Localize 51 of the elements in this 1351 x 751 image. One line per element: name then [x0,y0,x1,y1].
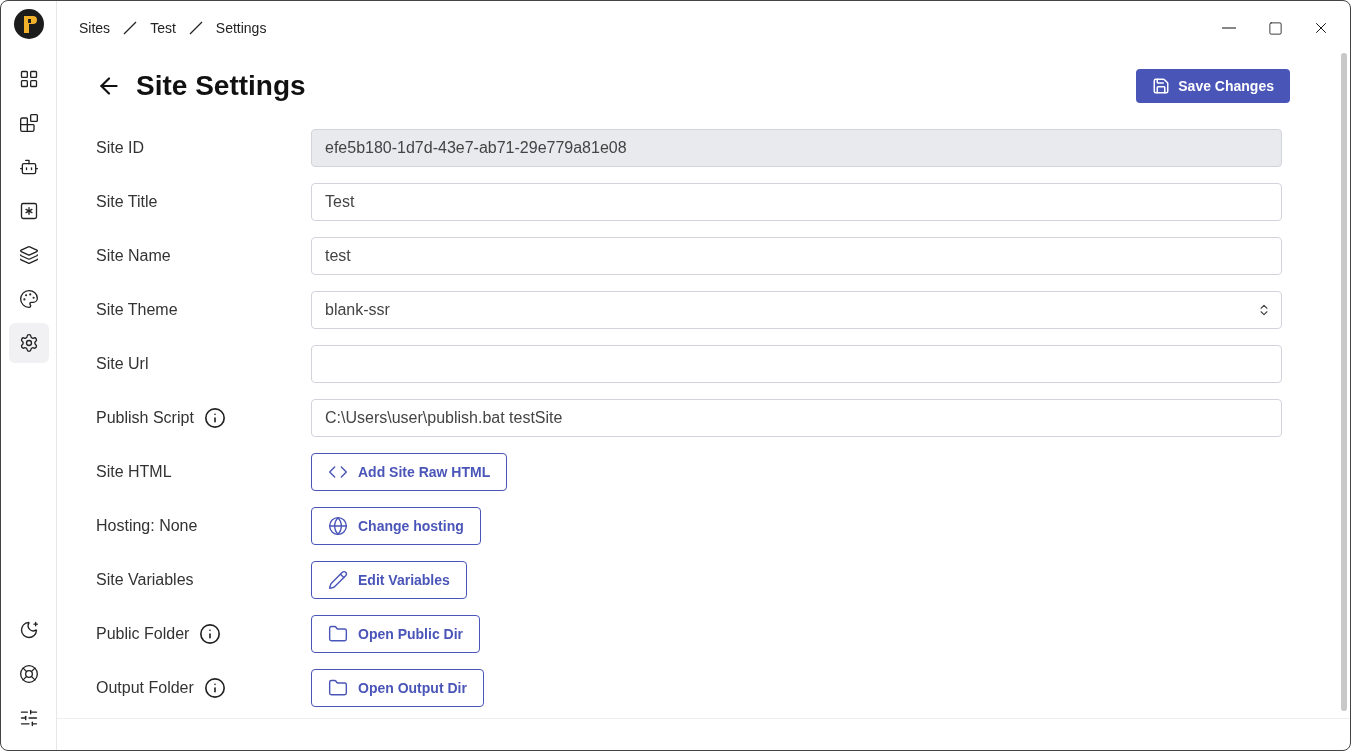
page-title: Site Settings [136,70,306,102]
info-icon[interactable] [203,677,226,699]
field-label: Site Title [96,193,158,211]
info-icon[interactable] [199,623,222,645]
minimize-icon [1222,27,1236,29]
save-icon [1152,77,1171,95]
info-icon[interactable] [203,407,226,429]
folder-icon [328,624,348,644]
field-label: Public Folder [96,625,190,643]
theme-dropdown[interactable]: blank-ssr [311,291,1282,329]
text-field[interactable]: C:\Users\user\publish.bat testSite [311,399,1282,437]
moon-star-icon [18,620,39,640]
layers-icon [18,245,39,265]
action-button[interactable]: Edit Variables [311,561,467,599]
app-logo [13,9,44,39]
blocks-icon [18,113,39,133]
action-button[interactable]: Open Public Dir [311,615,480,653]
field-label: Site Variables [96,571,194,589]
action-button[interactable]: Open Output Dir [311,669,484,707]
pencil-icon [328,570,348,590]
field-label: Site Theme [96,301,178,319]
robot-icon [18,157,39,177]
text-field[interactable]: Test [311,183,1282,221]
breadcrumb-link[interactable]: Settings [215,20,267,36]
scrollbar[interactable] [1341,53,1347,711]
asterisk-square-icon [18,201,39,221]
field-label: Site Name [96,247,171,265]
field-label: Hosting: None [96,517,198,535]
text-field[interactable]: test [311,237,1282,275]
field-label: Output Folder [96,679,194,697]
grid-icon [18,69,39,89]
sidebar-button[interactable] [8,323,49,363]
sliders-icon [18,708,39,728]
lifebuoy-icon [18,664,39,684]
globe-icon [328,516,348,536]
palette-icon [18,289,39,309]
field-label: Site Url [96,355,149,373]
action-button[interactable]: Add Site Raw HTML [311,453,508,491]
slash-icon [187,20,204,36]
slash-icon [122,20,139,36]
settings-icon [18,333,39,353]
breadcrumb-link[interactable]: Test [150,20,176,36]
field-label: Site HTML [96,463,172,481]
action-button[interactable]: Change hosting [311,507,481,545]
save-button[interactable]: Save Changes [1136,69,1290,103]
folder-icon [328,678,348,698]
maximize-icon [1267,20,1283,36]
breadcrumb-link[interactable]: Sites [79,20,111,36]
field-label: Publish Script [96,409,194,427]
text-field[interactable] [311,345,1282,383]
field-label: Site ID [96,139,144,157]
